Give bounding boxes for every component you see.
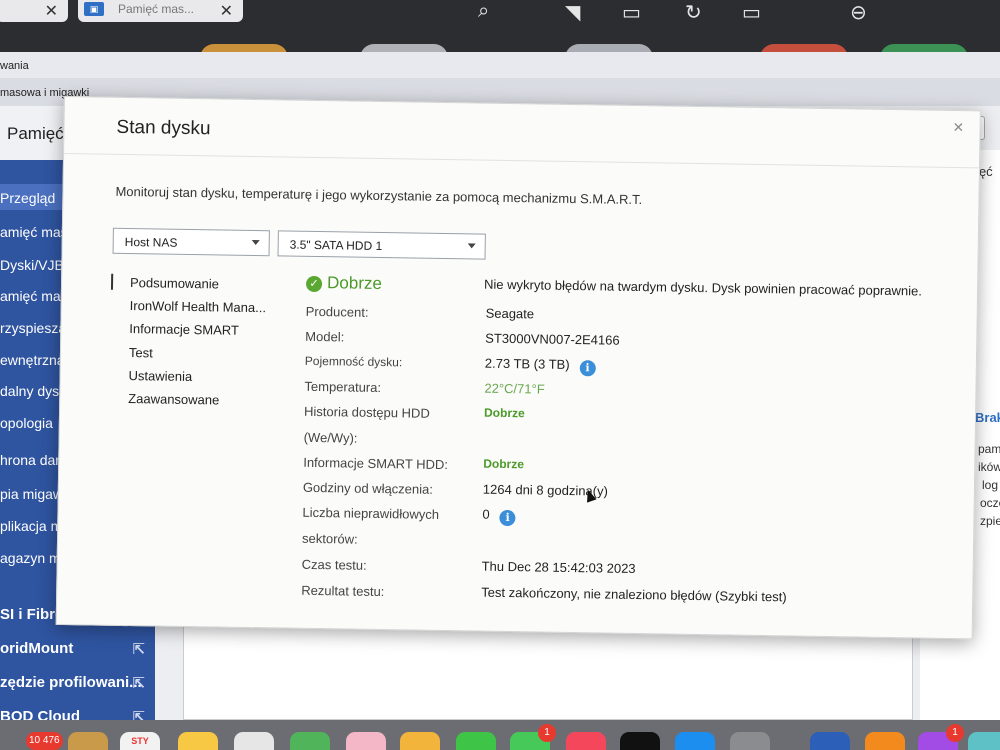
pages-icon[interactable] [400,732,440,750]
chevron-down-icon [251,239,260,246]
manufacturer-label: Producent: [305,303,369,320]
test-result-label: Rezultat testu: [301,582,385,600]
sidebar-section-hybridmount[interactable]: oridMount ⇱ [0,634,155,664]
model-value: ST3000VN007-2E4166 [485,330,620,348]
calendar-icon[interactable]: STY [120,732,160,750]
screen-icon[interactable]: ▭ [742,0,761,25]
app-header-text: wania [0,60,29,72]
smart-info-label: Informacje SMART HDD: [303,454,449,473]
music-icon[interactable] [566,732,606,750]
settings-icon[interactable] [730,732,770,750]
notes-icon[interactable] [178,732,218,750]
app-header: wania [0,52,1000,78]
messenger-badge: 1 [946,724,964,742]
nav-summary[interactable]: Podsumowanie [130,275,219,291]
browser-chrome: ✕ ▣ Pamięć mas... ✕ ⌕ ◥ ▭ ↻ ▭ ⊖ [0,0,1000,66]
facetime-icon[interactable] [456,732,496,750]
messages-badge: 1 [538,724,556,742]
content-panel [183,625,913,720]
bad-sectors-label: Liczba nieprawidłowych [302,504,440,522]
host-select[interactable]: Host NAS [112,227,270,257]
external-link-icon: ⇱ [132,675,145,692]
tab-title: Pamięć mas... [118,2,195,16]
right-line: pami [978,442,1000,456]
health-status-label: Dobrze [326,273,383,294]
io-history-value: Dobrze [483,405,525,421]
temperature-value: 22°C/71°F [484,380,545,397]
nav-ironwolf-health[interactable]: IronWolf Health Mana... [130,298,267,315]
test-time-value: Thu Dec 28 15:42:03 2023 [481,558,636,577]
dialog-description: Monitoruj stan dysku, temperaturę i jego… [115,183,643,208]
nav-advanced[interactable]: Zaawansowane [128,391,219,407]
bad-sectors-label-2: sektorów: [301,530,358,547]
bad-sectors-value: 0i [482,507,516,527]
word-icon[interactable] [810,732,850,750]
browser-tab-active[interactable]: ▣ Pamięć mas... ✕ [78,0,243,22]
info-icon[interactable]: i [499,509,516,527]
disk-select-value: 3.5" SATA HDD 1 [289,237,383,254]
capacity-value: 2.73 TB (3 TB) i [485,356,596,377]
right-line: zpie [980,514,1000,528]
app-favicon-icon: ▣ [84,2,104,16]
notification-badge: 10 476 [26,732,63,750]
nav-settings[interactable]: Ustawienia [128,368,192,384]
health-status: ✓ Dobrze [305,273,383,294]
chevron-down-icon [467,243,476,249]
disk-health-dialog: Stan dysku × Monitoruj stan dysku, tempe… [55,96,981,640]
nav-active-marker [110,273,114,290]
dock: 10 476 STY 1 1 [0,720,1000,750]
manufacturer-value: Seagate [485,305,535,322]
test-time-label: Czas testu: [301,556,367,573]
right-line: ików [978,460,1000,474]
photos-icon[interactable] [346,732,386,750]
dialog-header: Stan dysku × [64,97,980,169]
bookmark-star-icon[interactable]: ⊖ [850,0,867,25]
sidebar-section-profiler[interactable]: zędzie profilowani... ⇱ [0,668,155,698]
disk-select[interactable]: 3.5" SATA HDD 1 [277,230,486,260]
right-line: log [982,478,999,492]
smart-info-value: Dobrze [483,456,525,472]
check-circle-icon: ✓ [305,275,323,293]
test-result-value: Test zakończony, nie znaleziono błędów (… [481,584,787,605]
dialog-title: Stan dysku [116,116,211,140]
health-status-message: Nie wykryto błędów na twardym dysku. Dys… [483,276,923,299]
io-history-label: Historia dostępu HDD [303,403,430,421]
refresh-icon[interactable]: ↻ [685,0,702,25]
right-link[interactable]: Brak [975,410,1000,425]
vlc-icon[interactable] [865,732,905,750]
power-on-hours-label: Godziny od włączenia: [302,479,434,497]
info-icon[interactable]: i [579,360,596,377]
nav-smart-info[interactable]: Informacje SMART [129,321,239,338]
host-select-value: Host NAS [124,234,178,250]
app-icon[interactable] [68,732,108,750]
bell-icon[interactable]: ◥ [565,0,580,25]
nav-test[interactable]: Test [129,345,153,360]
external-link-icon: ⇱ [132,641,145,658]
maps-icon[interactable] [290,732,330,750]
search-icon[interactable]: ⌕ [478,0,489,23]
close-icon[interactable]: × [953,117,964,138]
capacity-label: Pojemność dysku: [304,353,403,370]
io-history-label-2: (We/Wy): [303,429,358,446]
browser-tab[interactable]: ✕ [0,0,68,22]
close-icon[interactable]: ✕ [220,1,233,21]
temperature-label: Temperatura: [304,378,382,396]
model-label: Model: [305,328,345,345]
right-line: ocze [980,496,1000,510]
app-icon[interactable] [968,732,1000,750]
tv-icon[interactable] [620,732,660,750]
app-store-icon[interactable] [675,732,715,750]
folder-icon[interactable]: ▭ [622,0,641,25]
reminders-icon[interactable] [234,732,274,750]
close-icon[interactable]: ✕ [45,1,58,21]
